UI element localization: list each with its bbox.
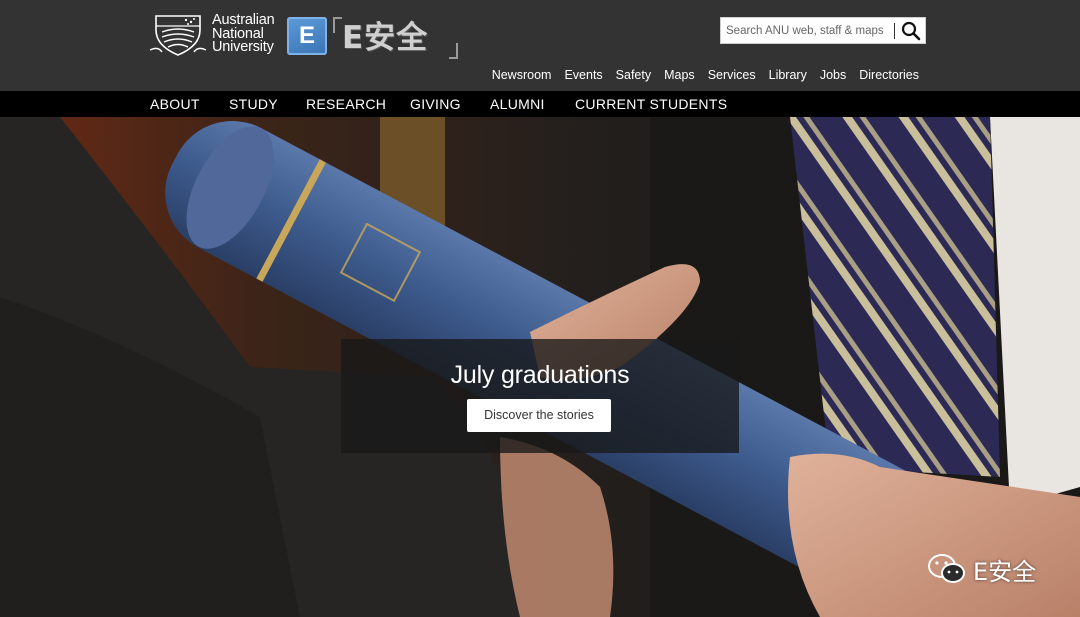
hero-banner[interactable]: July graduations Discover the stories E安… bbox=[0, 117, 1080, 617]
bracket-right-decoration bbox=[449, 43, 458, 59]
anu-crest-logo[interactable] bbox=[150, 12, 206, 58]
search-box bbox=[720, 17, 926, 44]
partner-wordmark-text: E安全 bbox=[342, 20, 429, 56]
wechat-icon bbox=[928, 554, 965, 583]
discover-stories-button[interactable]: Discover the stories bbox=[467, 399, 611, 432]
university-name[interactable]: Australian National University bbox=[212, 13, 275, 55]
bracket-left-decoration bbox=[333, 17, 342, 33]
util-link-newsroom[interactable]: Newsroom bbox=[492, 68, 552, 82]
hero-caption-panel: July graduations Discover the stories bbox=[341, 339, 739, 453]
search-divider bbox=[894, 23, 895, 39]
util-link-services[interactable]: Services bbox=[708, 68, 756, 82]
site-header: Australian National University E E安全 New… bbox=[0, 0, 1080, 91]
nav-item-alumni[interactable]: ALUMNI bbox=[490, 97, 545, 111]
nav-item-study[interactable]: STUDY bbox=[229, 97, 278, 111]
nav-item-current-students[interactable]: CURRENT STUDENTS bbox=[575, 97, 727, 111]
util-link-safety[interactable]: Safety bbox=[616, 68, 651, 82]
search-input[interactable] bbox=[721, 18, 893, 43]
util-link-events[interactable]: Events bbox=[564, 68, 602, 82]
util-link-jobs[interactable]: Jobs bbox=[820, 68, 846, 82]
nav-item-giving[interactable]: GIVING bbox=[410, 97, 461, 111]
util-link-maps[interactable]: Maps bbox=[664, 68, 695, 82]
watermark-text: E安全 bbox=[973, 557, 1037, 586]
watermark: E安全 bbox=[927, 551, 1036, 587]
nav-item-research[interactable]: RESEARCH bbox=[306, 97, 386, 111]
partner-wordmark-logo: E安全 bbox=[333, 15, 458, 61]
util-link-library[interactable]: Library bbox=[769, 68, 807, 82]
hero-title: July graduations bbox=[450, 361, 630, 389]
search-button[interactable] bbox=[897, 18, 925, 43]
search-icon bbox=[901, 21, 921, 40]
university-name-line-3: University bbox=[212, 39, 274, 55]
partner-badge-logo: E bbox=[287, 17, 327, 55]
utility-nav: Newsroom Events Safety Maps Services Lib… bbox=[479, 68, 919, 82]
nav-item-about[interactable]: ABOUT bbox=[150, 97, 200, 111]
util-link-directories[interactable]: Directories bbox=[859, 68, 919, 82]
main-nav: ABOUT STUDY RESEARCH GIVING ALUMNI CURRE… bbox=[0, 91, 1080, 117]
